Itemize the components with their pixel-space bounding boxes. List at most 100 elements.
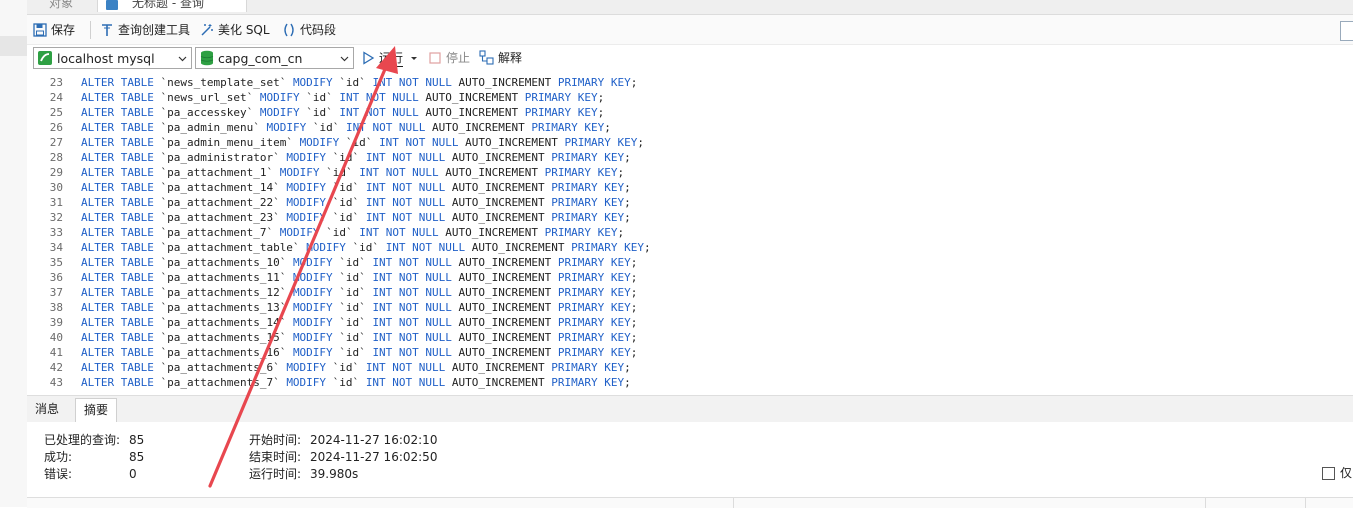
statement-end: ; (637, 136, 644, 149)
table-name: `pa_accesskey` (153, 106, 260, 119)
column-name: `id` (326, 196, 366, 209)
run-label: 运行 (379, 51, 404, 67)
connection-toolbar: localhost mysql capg_com_cn 运行 停止 解释 (27, 45, 1353, 73)
tab-query[interactable]: 无标题 - 查询 (97, 0, 247, 12)
left-panel-strip (0, 0, 27, 507)
save-button[interactable]: 保存 (33, 21, 75, 39)
database-select[interactable]: capg_com_cn (195, 47, 354, 69)
chevron-down-icon (178, 56, 187, 62)
code-snippet-label: 代码段 (300, 23, 337, 37)
keyword: INT NOT NULL (365, 211, 446, 224)
keyword-auto-increment: AUTO_INCREMENT (458, 136, 565, 149)
line-number: 24 (49, 91, 63, 104)
chevron-down-icon[interactable] (409, 53, 419, 63)
keyword-auto-increment: AUTO_INCREMENT (451, 316, 558, 329)
keyword: MODIFY (279, 166, 320, 179)
table-name: `pa_attachment_table` (153, 241, 307, 254)
keyword-auto-increment: AUTO_INCREMENT (445, 211, 552, 224)
column-name: `id` (339, 136, 380, 149)
keyword-auto-increment: AUTO_INCREMENT (451, 256, 558, 269)
keyword: ALTER TABLE (81, 316, 154, 329)
stop-button[interactable]: 停止 (429, 49, 470, 66)
panel-toggle-button[interactable] (1340, 21, 1353, 41)
keyword: INT NOT NULL (339, 106, 419, 119)
keyword: ALTER TABLE (81, 196, 154, 209)
only-checkbox-label: 仅 (1340, 466, 1353, 480)
only-checkbox[interactable] (1322, 467, 1335, 480)
keyword-auto-increment: AUTO_INCREMENT (451, 271, 558, 284)
statement-end: ; (630, 331, 638, 344)
keyword: PRIMARY KEY (557, 301, 631, 314)
line-number: 25 (49, 106, 63, 119)
keyword-auto-increment: AUTO_INCREMENT (451, 346, 558, 359)
keyword: INT NOT NULL (359, 166, 439, 179)
tab-messages[interactable]: 消息 (27, 398, 67, 421)
keyword: ALTER TABLE (81, 361, 154, 374)
table-name: `pa_attachments_6` (153, 361, 287, 374)
line-number: 36 (49, 271, 63, 284)
keyword: MODIFY (286, 211, 327, 224)
keyword: ALTER TABLE (81, 151, 154, 164)
statement-end: ; (630, 346, 638, 359)
statement-end: ; (630, 256, 638, 269)
explain-label: 解释 (498, 51, 523, 65)
magic-wand-icon (201, 24, 213, 36)
query-builder-button[interactable]: 查询创建工具 (100, 21, 190, 39)
code-line: 36 ALTER TABLE `pa_attachments_11` MODIFY… (27, 270, 638, 285)
beautify-sql-label: 美化 SQL (218, 23, 270, 37)
line-number: 27 (49, 136, 63, 149)
table-name: `pa_attachment_23` (153, 211, 287, 224)
success-value: 85 (129, 450, 145, 464)
run-button[interactable]: 运行 (361, 49, 419, 67)
table-name: `pa_attachment_1` (153, 166, 280, 179)
line-number: 38 (49, 301, 63, 314)
column-name: `id` (326, 211, 366, 224)
start-time-value: 2024-11-27 16:02:10 (310, 433, 438, 447)
column-name: `id` (332, 76, 373, 89)
sql-editor[interactable]: 23 ALTER TABLE `news_template_set` MODIFY… (27, 73, 1353, 393)
keyword-auto-increment: AUTO_INCREMENT (438, 166, 545, 179)
keyword-auto-increment: AUTO_INCREMENT (451, 301, 558, 314)
keyword: PRIMARY KEY (531, 121, 605, 134)
tab-summary[interactable]: 摘要 (75, 398, 118, 422)
beautify-sql-button[interactable]: 美化 SQL (200, 21, 270, 39)
line-number: 41 (49, 346, 63, 359)
keyword: ALTER TABLE (81, 166, 154, 179)
result-grid-header (27, 497, 1353, 508)
keyword: INT NOT NULL (372, 316, 452, 329)
keyword: PRIMARY KEY (551, 196, 625, 209)
tab-objects[interactable]: 对象 (49, 0, 73, 12)
statement-end: ; (644, 241, 651, 254)
query-builder-icon (102, 24, 112, 36)
keyword: MODIFY (292, 286, 333, 299)
code-line: 26 ALTER TABLE `pa_admin_menu` MODIFY `id… (27, 120, 611, 135)
table-name: `pa_attachment_7` (153, 226, 280, 239)
column-name: `id` (326, 151, 366, 164)
keyword: PRIMARY KEY (551, 376, 625, 389)
keyword: PRIMARY KEY (557, 76, 631, 89)
code-line: 39 ALTER TABLE `pa_attachments_14` MODIFY… (27, 315, 638, 330)
keyword: ALTER TABLE (81, 331, 154, 344)
statement-end: ; (624, 181, 631, 194)
keyword: MODIFY (292, 346, 333, 359)
connection-value: localhost mysql (57, 50, 155, 66)
result-tab-bar: 消息 摘要 (27, 395, 1353, 423)
explain-button[interactable]: 解释 (479, 49, 522, 66)
keyword: PRIMARY KEY (564, 136, 638, 149)
connection-select[interactable]: localhost mysql (33, 47, 192, 69)
code-line: 30 ALTER TABLE `pa_attachment_14` MODIFY … (27, 180, 631, 195)
keyword: PRIMARY KEY (551, 151, 625, 164)
chevron-down-icon (340, 56, 349, 62)
column-name: `id` (332, 331, 373, 344)
keyword-auto-increment: AUTO_INCREMENT (451, 76, 558, 89)
keyword-auto-increment: AUTO_INCREMENT (418, 106, 525, 119)
code-snippet-button[interactable]: 代码段 (282, 21, 336, 39)
column-name: `id` (332, 256, 373, 269)
keyword: MODIFY (292, 256, 333, 269)
code-snippet-icon (284, 23, 294, 37)
keyword-auto-increment: AUTO_INCREMENT (465, 241, 572, 254)
end-time-value: 2024-11-27 16:02:50 (310, 450, 438, 464)
summary-row: 成功: 85 结束时间: 2024-11-27 16:02:50 (27, 449, 1353, 466)
column-name: `id` (306, 121, 346, 134)
keyword-auto-increment: AUTO_INCREMENT (445, 361, 552, 374)
